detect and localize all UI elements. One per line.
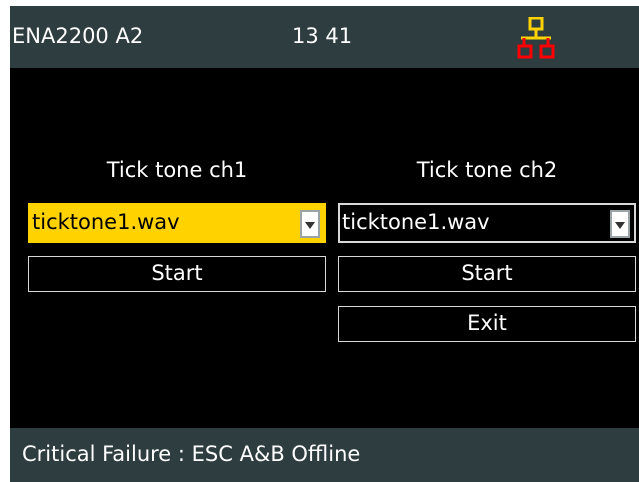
status-message: Critical Failure : ESC A&B Offline	[22, 442, 361, 466]
channel-2-start-button[interactable]: Start	[338, 256, 636, 292]
header-bar: ENA2200 A2 13 41	[10, 6, 639, 68]
channel-2-label: Tick tone ch2	[416, 158, 558, 182]
device-screen: ENA2200 A2 13 41 Tick tone ch1 Tick tone…	[10, 6, 639, 482]
channel-1-label: Tick tone ch1	[106, 158, 248, 182]
channel-1-start-button[interactable]: Start	[28, 256, 326, 292]
channel-2-file-select[interactable]: ticktone1.wav	[338, 203, 636, 243]
main-panel: Tick tone ch1 Tick tone ch2 ticktone1.wa…	[10, 68, 639, 428]
dropdown-arrow-icon[interactable]	[300, 210, 320, 238]
device-title: ENA2200 A2	[12, 24, 144, 48]
exit-button[interactable]: Exit	[338, 306, 636, 342]
dropdown-arrow-icon[interactable]	[610, 210, 630, 238]
channel-2-file-value: ticktone1.wav	[342, 210, 490, 234]
clock-time: 13 41	[292, 24, 353, 48]
channel-1-file-select[interactable]: ticktone1.wav	[28, 203, 326, 243]
network-icon	[517, 17, 555, 59]
status-bar: Critical Failure : ESC A&B Offline	[10, 428, 639, 482]
channel-1-file-value: ticktone1.wav	[32, 210, 180, 234]
